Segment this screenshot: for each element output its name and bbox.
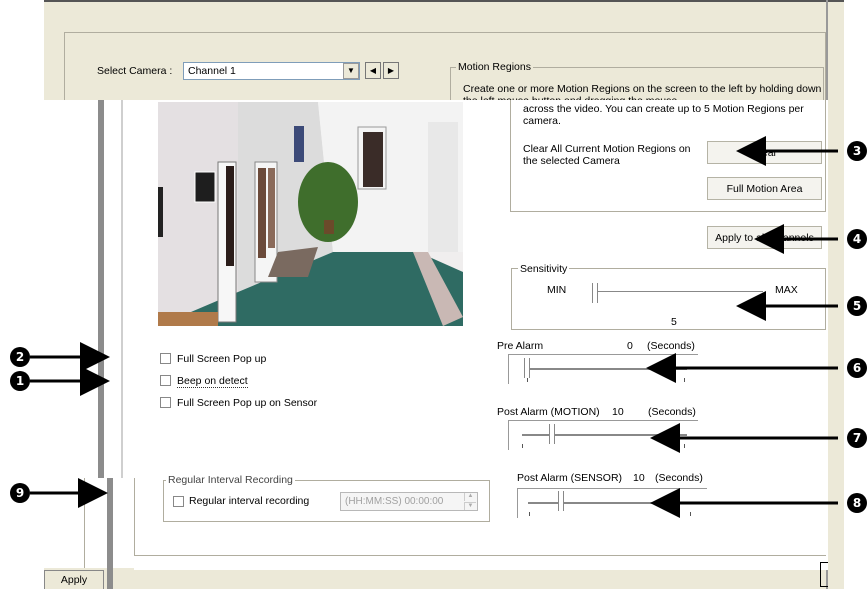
callout-badge-6: 6 (847, 358, 867, 378)
callout-badge-5: 5 (847, 296, 867, 316)
callout-badge-9: 9 (10, 483, 30, 503)
callout-badge-7: 7 (847, 428, 867, 448)
callout-badge-8: 8 (847, 493, 867, 513)
callout-badge-4: 4 (847, 229, 867, 249)
callout-badge-3: 3 (847, 141, 867, 161)
callout-badge-2: 2 (10, 347, 30, 367)
callout-badge-1: 1 (10, 371, 30, 391)
callout-arrows (30, 136, 838, 518)
